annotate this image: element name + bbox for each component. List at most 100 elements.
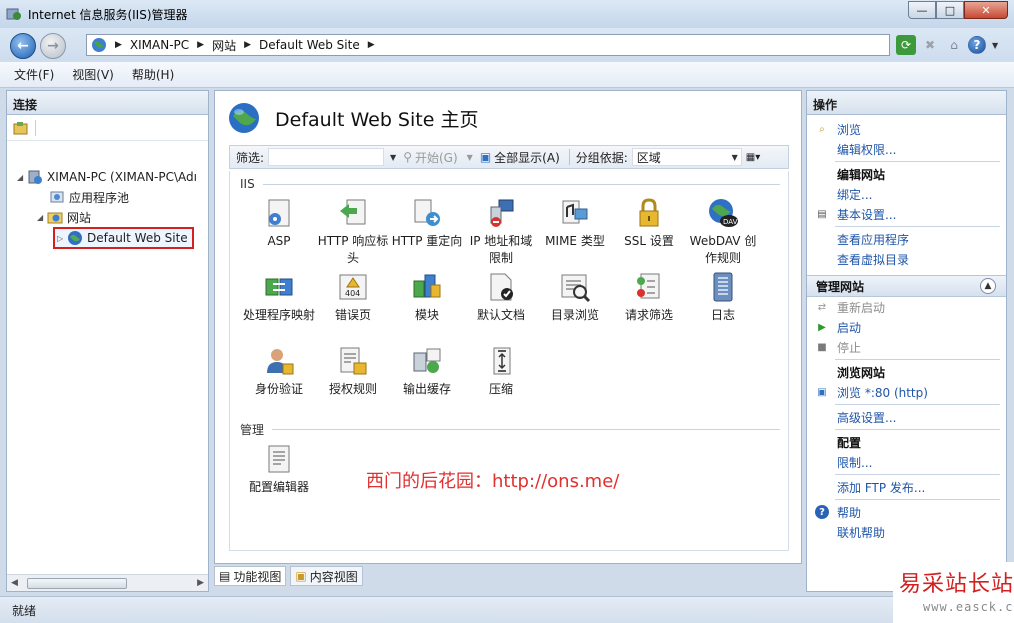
feature-label: HTTP 重定向: [391, 234, 463, 248]
brand-url: www.easck.com: [923, 600, 1014, 614]
view-mode-button[interactable]: ▦▾: [746, 148, 772, 166]
feature-authentication[interactable]: 身份验证: [242, 345, 316, 398]
tree-item-sites[interactable]: ◢ 网站: [37, 207, 91, 227]
action-limits[interactable]: 限制...: [807, 452, 1006, 472]
app-pool-icon: [50, 191, 64, 203]
http-headers-icon: [340, 199, 366, 225]
tree-item-app-pools[interactable]: 应用程序池: [49, 187, 129, 207]
action-start[interactable]: ▶ 启动: [807, 317, 1006, 337]
feature-configuration-editor[interactable]: 配置编辑器: [242, 443, 316, 496]
feature-default-document[interactable]: 默认文档: [464, 271, 538, 324]
chevron-up-icon[interactable]: ▲: [980, 278, 996, 294]
feature-http-response-headers[interactable]: HTTP 响应标头: [316, 197, 390, 267]
menu-help[interactable]: 帮助(H): [132, 66, 174, 83]
chevron-right-icon: ▶: [244, 40, 252, 50]
action-help[interactable]: ? 帮助: [807, 502, 1006, 522]
feature-http-redirect[interactable]: HTTP 重定向: [390, 197, 464, 250]
svg-text:404: 404: [345, 289, 360, 298]
server-icon: [28, 170, 42, 184]
feature-label: 授权规则: [328, 382, 377, 396]
directory-browsing-icon: [561, 274, 591, 303]
breadcrumb-server[interactable]: XIMAN-PC: [130, 38, 189, 52]
feature-authorization-rules[interactable]: 授权规则: [316, 345, 390, 398]
feature-mime-types[interactable]: MIME 类型: [538, 197, 612, 250]
browse-icon: ⌕: [819, 123, 825, 135]
horizontal-scrollbar[interactable]: ◀ ▶: [7, 574, 208, 591]
action-advanced-settings[interactable]: 高级设置...: [807, 407, 1006, 427]
help-icon[interactable]: ?: [968, 36, 986, 54]
feature-webdav-authoring-rules[interactable]: DAV WebDAV 创作规则: [686, 197, 760, 267]
feature-asp[interactable]: ASP: [242, 197, 316, 250]
action-restart[interactable]: ⇄ 重新启动: [807, 297, 1006, 317]
menu-view[interactable]: 视图(V): [72, 66, 114, 83]
minimize-button[interactable]: —: [908, 1, 936, 19]
connect-icon[interactable]: [13, 120, 29, 136]
refresh-icon[interactable]: ⟳: [896, 35, 916, 55]
filter-input[interactable]: [268, 148, 385, 166]
back-button[interactable]: ←: [10, 33, 36, 59]
maximize-button[interactable]: □: [936, 1, 964, 19]
action-view-applications[interactable]: 查看应用程序: [807, 229, 1006, 249]
chevron-down-icon[interactable]: ▼: [992, 41, 998, 50]
tab-content-view[interactable]: ▣ 内容视图: [290, 566, 363, 586]
group-by-select[interactable]: 区域 ▼: [631, 148, 742, 166]
breadcrumb-sites[interactable]: 网站: [212, 37, 236, 54]
breadcrumb-default-site[interactable]: Default Web Site: [259, 38, 360, 52]
http-redirect-icon: [414, 199, 440, 226]
action-basic-settings[interactable]: ▤ 基本设置...: [807, 204, 1006, 224]
home-icon[interactable]: ⌂: [944, 35, 964, 55]
feature-directory-browsing[interactable]: 目录浏览: [538, 271, 612, 324]
feature-ip-domain-restrictions[interactable]: IP 地址和域限制: [464, 197, 538, 267]
chevron-down-icon[interactable]: ▼: [390, 153, 396, 162]
action-stop[interactable]: ■ 停止: [807, 337, 1006, 357]
show-all-button[interactable]: ▣ 全部显示(A): [477, 149, 563, 166]
feature-error-pages[interactable]: 404 错误页: [316, 271, 390, 324]
feature-compression[interactable]: 压缩: [464, 345, 538, 398]
feature-modules[interactable]: 模块: [390, 271, 464, 324]
filter-label: 筛选:: [236, 150, 265, 165]
forward-button[interactable]: →: [40, 33, 66, 59]
chevron-down-icon: ▼: [731, 152, 738, 162]
action-add-ftp-publishing[interactable]: 添加 FTP 发布...: [807, 477, 1006, 497]
address-bar[interactable]: ▶ XIMAN-PC ▶ 网站 ▶ Default Web Site ▶: [86, 34, 890, 56]
scroll-left-icon[interactable]: ◀: [11, 578, 18, 588]
tab-features-view[interactable]: ▤ 功能视图: [214, 566, 287, 586]
feature-label: 压缩: [488, 382, 513, 396]
webdav-icon: DAV: [709, 199, 738, 227]
browse-site-heading: 浏览网站: [837, 365, 886, 380]
group-by-label: 分组依据:: [575, 150, 628, 165]
section-manage: 管理: [240, 421, 780, 438]
feature-ssl-settings[interactable]: SSL 设置: [612, 197, 686, 250]
features-list: IIS ASP HTTP 响应标头 HTTP 重定向 IP 地址和域限制 MIM…: [229, 171, 789, 551]
handler-mappings-icon: [265, 278, 293, 296]
expand-icon[interactable]: ◢: [17, 173, 27, 182]
action-bindings[interactable]: 绑定...: [807, 184, 1006, 204]
chevron-right-icon: ▶: [115, 40, 122, 50]
feature-output-caching[interactable]: 输出缓存: [390, 345, 464, 398]
tree-item-server[interactable]: ◢ XIMAN-PC (XIMAN-PC\Adı: [17, 167, 197, 187]
close-button[interactable]: ✕: [964, 1, 1008, 19]
feature-handler-mappings[interactable]: 处理程序映射: [242, 271, 316, 324]
feature-label: 目录浏览: [550, 308, 599, 322]
expand-icon[interactable]: ◢: [37, 213, 47, 222]
action-browse[interactable]: ⌕ 浏览: [807, 119, 1006, 139]
feature-request-filtering[interactable]: 请求筛选: [612, 271, 686, 324]
start-filter-button[interactable]: ⚲ 开始(G): [400, 149, 460, 166]
tree-item-default-site[interactable]: ▷ Default Web Site: [53, 225, 194, 251]
stop-icon[interactable]: ✖: [920, 35, 940, 55]
collapse-icon[interactable]: ▷: [57, 234, 67, 243]
chevron-down-icon[interactable]: ▼: [467, 153, 473, 162]
scrollbar-thumb[interactable]: [27, 578, 127, 589]
action-view-virtual-directories[interactable]: 查看虚拟目录: [807, 249, 1006, 269]
group-by-value: 区域: [636, 150, 661, 165]
scroll-right-icon[interactable]: ▶: [197, 578, 204, 588]
menu-file[interactable]: 文件(F): [14, 66, 54, 83]
action-browse-port-80[interactable]: ▣ 浏览 *:80 (http): [807, 382, 1006, 402]
configuration-editor-icon: [268, 445, 290, 473]
action-online-help[interactable]: 联机帮助: [807, 522, 1006, 542]
selected-tree-node[interactable]: ▷ Default Web Site: [53, 227, 194, 249]
feature-label: WebDAV 创作规则: [689, 234, 757, 265]
feature-logging[interactable]: 日志: [686, 271, 760, 324]
menu-bar: 文件(F) 视图(V) 帮助(H): [0, 62, 1014, 88]
action-edit-permissions[interactable]: 编辑权限...: [807, 139, 1006, 159]
